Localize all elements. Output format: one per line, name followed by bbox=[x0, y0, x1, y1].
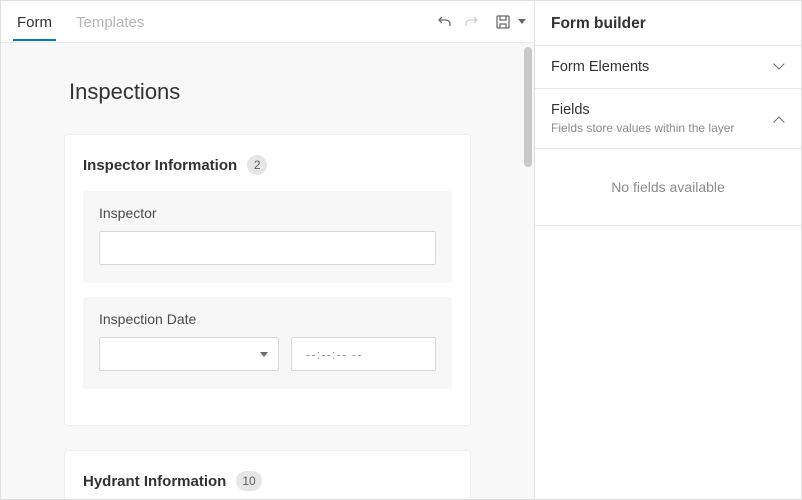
form-title: Inspections bbox=[69, 79, 482, 105]
group-count-badge: 2 bbox=[247, 155, 267, 175]
right-panel: Form builder Form Elements Fields Fields… bbox=[535, 1, 801, 499]
chevron-up-icon bbox=[775, 111, 785, 127]
inspector-input[interactable] bbox=[99, 231, 436, 265]
field-inspector[interactable]: Inspector bbox=[83, 191, 452, 283]
left-pane: Form Templates Inspections bbox=[1, 1, 535, 499]
group-count-badge: 10 bbox=[236, 471, 261, 491]
group-title: Hydrant Information bbox=[83, 473, 226, 490]
form-canvas: Inspections Inspector Information 2 Insp… bbox=[1, 43, 534, 499]
accordion-fields[interactable]: Fields Fields store values within the la… bbox=[535, 89, 801, 149]
undo-icon bbox=[437, 14, 453, 30]
redo-button bbox=[458, 9, 484, 35]
redo-icon bbox=[463, 14, 479, 30]
field-label: Inspection Date bbox=[99, 311, 436, 327]
chevron-down-icon bbox=[260, 352, 268, 357]
save-button[interactable] bbox=[490, 9, 526, 35]
group-hydrant-information[interactable]: Hydrant Information 10 Pressure (PSI) bbox=[65, 451, 470, 499]
accordion-label: Form Elements bbox=[551, 59, 775, 75]
undo-button[interactable] bbox=[432, 9, 458, 35]
field-label: Inspector bbox=[99, 205, 436, 221]
group-inspector-information[interactable]: Inspector Information 2 Inspector Inspec… bbox=[65, 135, 470, 425]
save-icon bbox=[495, 14, 511, 30]
field-inspection-date[interactable]: Inspection Date --:--:-- -- bbox=[83, 297, 452, 389]
app-root: Form Templates Inspections bbox=[0, 0, 802, 500]
chevron-down-icon bbox=[775, 59, 785, 75]
tab-form[interactable]: Form bbox=[15, 4, 54, 40]
accordion-subtitle: Fields store values within the layer bbox=[551, 121, 775, 135]
scrollbar[interactable] bbox=[524, 47, 532, 167]
date-select[interactable] bbox=[99, 337, 279, 371]
fields-empty-state: No fields available bbox=[535, 149, 801, 226]
chevron-down-icon bbox=[516, 16, 526, 27]
tab-templates[interactable]: Templates bbox=[74, 4, 146, 40]
accordion-form-elements[interactable]: Form Elements bbox=[535, 46, 801, 89]
group-title: Inspector Information bbox=[83, 157, 237, 174]
panel-title: Form builder bbox=[535, 1, 801, 46]
time-input[interactable]: --:--:-- -- bbox=[291, 337, 436, 371]
tab-bar: Form Templates bbox=[1, 1, 534, 43]
accordion-label: Fields bbox=[551, 102, 775, 118]
